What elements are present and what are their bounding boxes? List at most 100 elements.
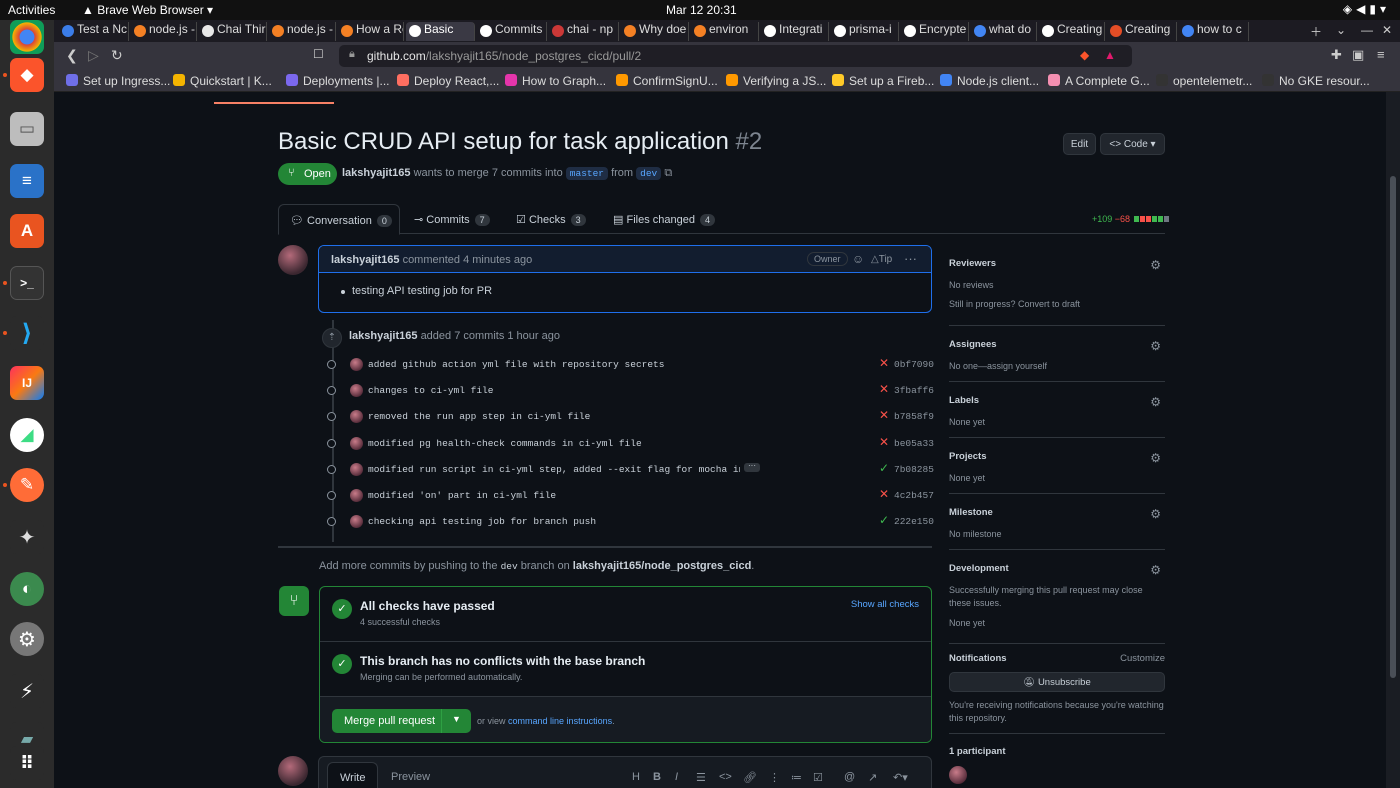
command-line-link[interactable]: command line instructions — [508, 716, 612, 726]
new-tab-button[interactable]: ＋ — [1310, 23, 1322, 40]
x-icon[interactable]: ✕ — [879, 435, 889, 449]
brave-icon[interactable]: ◆ — [10, 58, 44, 92]
brave-rewards-icon[interactable]: ▲ — [1104, 48, 1116, 62]
ordered-list-icon[interactable]: ⋮ — [769, 771, 780, 784]
commit-author-avatar[interactable] — [350, 462, 363, 476]
commit-message[interactable]: added github action yml file with reposi… — [368, 359, 664, 370]
globe-icon[interactable]: ◐ — [10, 572, 44, 606]
chevron-down-icon[interactable]: ▼ — [452, 714, 461, 724]
tab-commits[interactable]: ⊸ Commits 7 — [414, 204, 490, 234]
x-icon[interactable]: ✕ — [879, 356, 889, 370]
writer-icon[interactable]: ≡ — [10, 164, 44, 198]
extensions-icon[interactable]: ✚ — [1331, 47, 1342, 63]
merge-pull-request-button[interactable]: Merge pull request ▼ — [332, 709, 471, 733]
commit-message[interactable]: modified 'on' part in ci-yml file — [368, 490, 556, 501]
edit-button[interactable]: Edit — [1063, 133, 1096, 155]
smiley-icon[interactable]: ☺ — [852, 252, 864, 266]
commit-message[interactable]: modified run script in ci-yml step, adde… — [368, 464, 740, 475]
reload-icon[interactable]: ↻ — [111, 47, 123, 64]
terminal-icon[interactable]: >_ — [10, 266, 44, 300]
commit-author-avatar[interactable] — [350, 410, 363, 424]
commit-author-avatar[interactable] — [350, 489, 363, 502]
gear-icon[interactable]: ⚙ — [1150, 451, 1161, 465]
check-icon[interactable]: ✓ — [879, 513, 889, 527]
vscode-icon[interactable]: ⟩ — [10, 316, 44, 350]
intellij-icon[interactable]: IJ — [10, 366, 44, 400]
comment-timestamp[interactable]: commented 4 minutes ago — [403, 254, 533, 266]
reviewers-heading[interactable]: Reviewers — [949, 258, 1165, 269]
gimp-icon[interactable]: ✦ — [10, 520, 44, 554]
browser-tab[interactable]: Test a Nc — [59, 22, 129, 41]
browser-tab[interactable]: Chai Thir — [199, 22, 267, 41]
task-list-icon[interactable]: ☑ — [813, 771, 823, 784]
tab-search-icon[interactable]: ⌄ — [1336, 23, 1346, 37]
browser-tab[interactable]: Integrati — [761, 22, 829, 41]
system-tray[interactable]: ◈◀▮▾ — [1343, 2, 1390, 16]
commit-sha[interactable]: 7b08285 — [894, 464, 934, 475]
back-icon[interactable]: ❮ — [66, 47, 78, 64]
tab-checks[interactable]: ☑ Checks 3 — [516, 204, 586, 234]
head-branch[interactable]: dev — [636, 167, 662, 180]
commit-author-avatar[interactable] — [350, 358, 363, 371]
labels-heading[interactable]: Labels — [949, 395, 1165, 406]
browser-tab[interactable]: node.js - — [131, 22, 197, 41]
commit-message[interactable]: checking api testing job for branch push — [368, 516, 596, 527]
gear-icon[interactable]: ⚙ — [1150, 563, 1161, 577]
commit-sha[interactable]: be05a33 — [894, 438, 934, 449]
base-branch[interactable]: master — [565, 167, 609, 180]
commit-sha[interactable]: 0bf7090 — [894, 359, 934, 370]
bookmark-item[interactable]: opentelemetr... — [1156, 74, 1252, 88]
unsubscribe-button[interactable]: 🔕︎ Unsubscribe — [949, 672, 1165, 692]
tip-button[interactable]: △Tip — [871, 254, 892, 265]
browser-tab[interactable]: how to c — [1179, 22, 1249, 41]
forward-icon[interactable]: ▷ — [88, 47, 99, 64]
activities-button[interactable]: Activities — [8, 3, 55, 17]
repo-link[interactable]: lakshyajit165/node_postgres_cicd — [573, 560, 752, 572]
write-tab[interactable]: Write — [327, 762, 379, 788]
menu-icon[interactable]: ≡ — [1377, 47, 1385, 62]
android-studio-icon[interactable]: ◢ — [10, 418, 44, 452]
bookmark-item[interactable]: Deployments |... — [286, 74, 389, 88]
reference-icon[interactable]: ↗ — [868, 771, 877, 784]
minimize-icon[interactable]: — — [1361, 23, 1373, 37]
browser-tab[interactable]: Creating — [1039, 22, 1105, 41]
commit-message[interactable]: modified pg health-check commands in ci-… — [368, 438, 642, 449]
browser-tab[interactable]: Commits — [477, 22, 547, 41]
ellipsis-expander-button[interactable]: ··· — [744, 461, 760, 472]
participant-avatar[interactable] — [949, 766, 967, 784]
x-icon[interactable]: ✕ — [879, 408, 889, 422]
app-menu[interactable]: ▲ Brave Web Browser ▾ — [82, 3, 213, 17]
development-heading[interactable]: Development — [949, 563, 1165, 574]
bookmark-item[interactable]: Quickstart | K... — [173, 74, 272, 88]
event-author[interactable]: lakshyajit165 — [349, 330, 418, 342]
assignees-value[interactable]: No one—assign yourself — [949, 360, 1165, 373]
bookmark-item[interactable]: Set up a Fireb... — [832, 74, 934, 88]
postman-icon[interactable]: ✎ — [10, 468, 44, 502]
assignees-heading[interactable]: Assignees — [949, 339, 1165, 350]
commit-sha[interactable]: b7858f9 — [894, 411, 934, 422]
commit-sha[interactable]: 3fbaff6 — [894, 385, 934, 396]
browser-tab[interactable]: Basic — [406, 22, 475, 41]
kebab-menu-icon[interactable]: ··· — [904, 251, 917, 266]
commit-sha[interactable]: 222e150 — [894, 516, 934, 527]
close-window-icon[interactable]: ✕ — [1382, 23, 1392, 37]
browser-tab[interactable]: Creating — [1107, 22, 1177, 41]
address-bar[interactable]: 🔒︎ github.com/lakshyajit165/node_postgre… — [339, 45, 1132, 67]
commit-author-avatar[interactable] — [350, 515, 363, 529]
browser-tab[interactable]: environ — [691, 22, 759, 41]
copy-icon[interactable]: ⧉ — [664, 167, 672, 179]
show-all-checks-link[interactable]: Show all checks — [851, 599, 919, 610]
clock[interactable]: Mar 12 20:31 — [666, 3, 737, 17]
bookmark-item[interactable]: Verifying a JS... — [726, 74, 826, 88]
files-icon[interactable]: ▭ — [10, 112, 44, 146]
milestone-heading[interactable]: Milestone — [949, 507, 1165, 518]
bookmark-item[interactable]: A Complete G... — [1048, 74, 1150, 88]
gear-icon[interactable]: ⚙ — [1150, 258, 1161, 272]
brave-shields-icon[interactable]: ◆ — [1080, 48, 1089, 62]
software-center-icon[interactable]: A — [10, 214, 44, 248]
avatar[interactable] — [278, 756, 308, 786]
settings-icon[interactable]: ⚙ — [10, 622, 44, 656]
code-button[interactable]: <> Code ▾ — [1100, 133, 1165, 155]
browser-tab[interactable]: Encrypte — [901, 22, 969, 41]
italic-icon[interactable]: I — [675, 771, 678, 783]
